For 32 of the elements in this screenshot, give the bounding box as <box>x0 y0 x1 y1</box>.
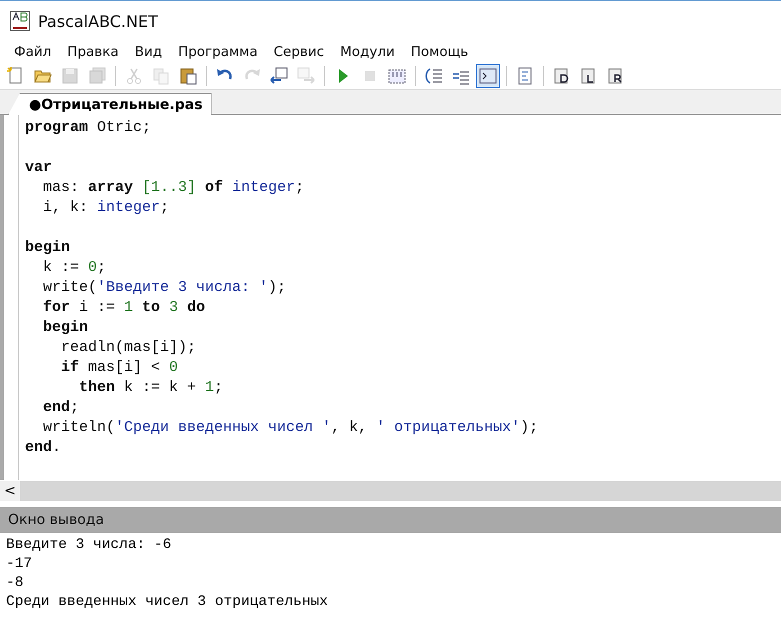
code-line: readln(mas[i]); <box>60 338 198 358</box>
code-line: var <box>25 158 54 178</box>
menu-item[interactable]: Сервис <box>266 44 332 60</box>
output-line: -8 <box>6 574 24 593</box>
code-line: for i := 1 to 3 do <box>42 298 206 318</box>
code-line: begin <box>42 318 90 338</box>
menu-item[interactable]: Программа <box>170 44 266 60</box>
code-line: write('Введите 3 числа: '); <box>42 278 288 298</box>
output-panel-title: Окно вывода <box>0 507 781 533</box>
scroll-left-button[interactable]: < <box>0 481 20 501</box>
menu-item[interactable]: Вид <box>126 44 170 60</box>
code-line: then k := k + 1; <box>78 378 224 398</box>
menu-item[interactable]: Файл <box>6 44 60 60</box>
code-line: end; <box>42 398 80 418</box>
code-line: if mas[i] < 0 <box>60 358 180 378</box>
code-line: k := 0; <box>42 258 108 278</box>
output-line: -17 <box>6 555 34 574</box>
code-line: i, k: integer; <box>42 198 170 218</box>
app-logo-icon <box>10 11 30 31</box>
code-line: program Otric; <box>25 118 152 138</box>
console-icon[interactable] <box>476 64 500 88</box>
output-line: Введите 3 числа: -6 <box>6 536 172 555</box>
menu-item[interactable]: Правка <box>59 44 127 60</box>
file-tab[interactable]: ●Отрицательные.pas <box>8 93 212 115</box>
output-line: Среди введенных чисел 3 отрицательных <box>6 593 329 612</box>
code-line: mas: array [1..3] of integer; <box>42 178 306 198</box>
code-line: begin <box>25 238 72 258</box>
code-line: end. <box>25 438 62 458</box>
menu-item[interactable]: Помощь <box>402 44 476 60</box>
menu-item[interactable]: Модули <box>332 44 403 60</box>
window-title: PascalABC.NET <box>38 12 158 30</box>
code-line: writeln('Среди введенных чисел ', k, ' отрицательных'); <box>42 418 538 438</box>
